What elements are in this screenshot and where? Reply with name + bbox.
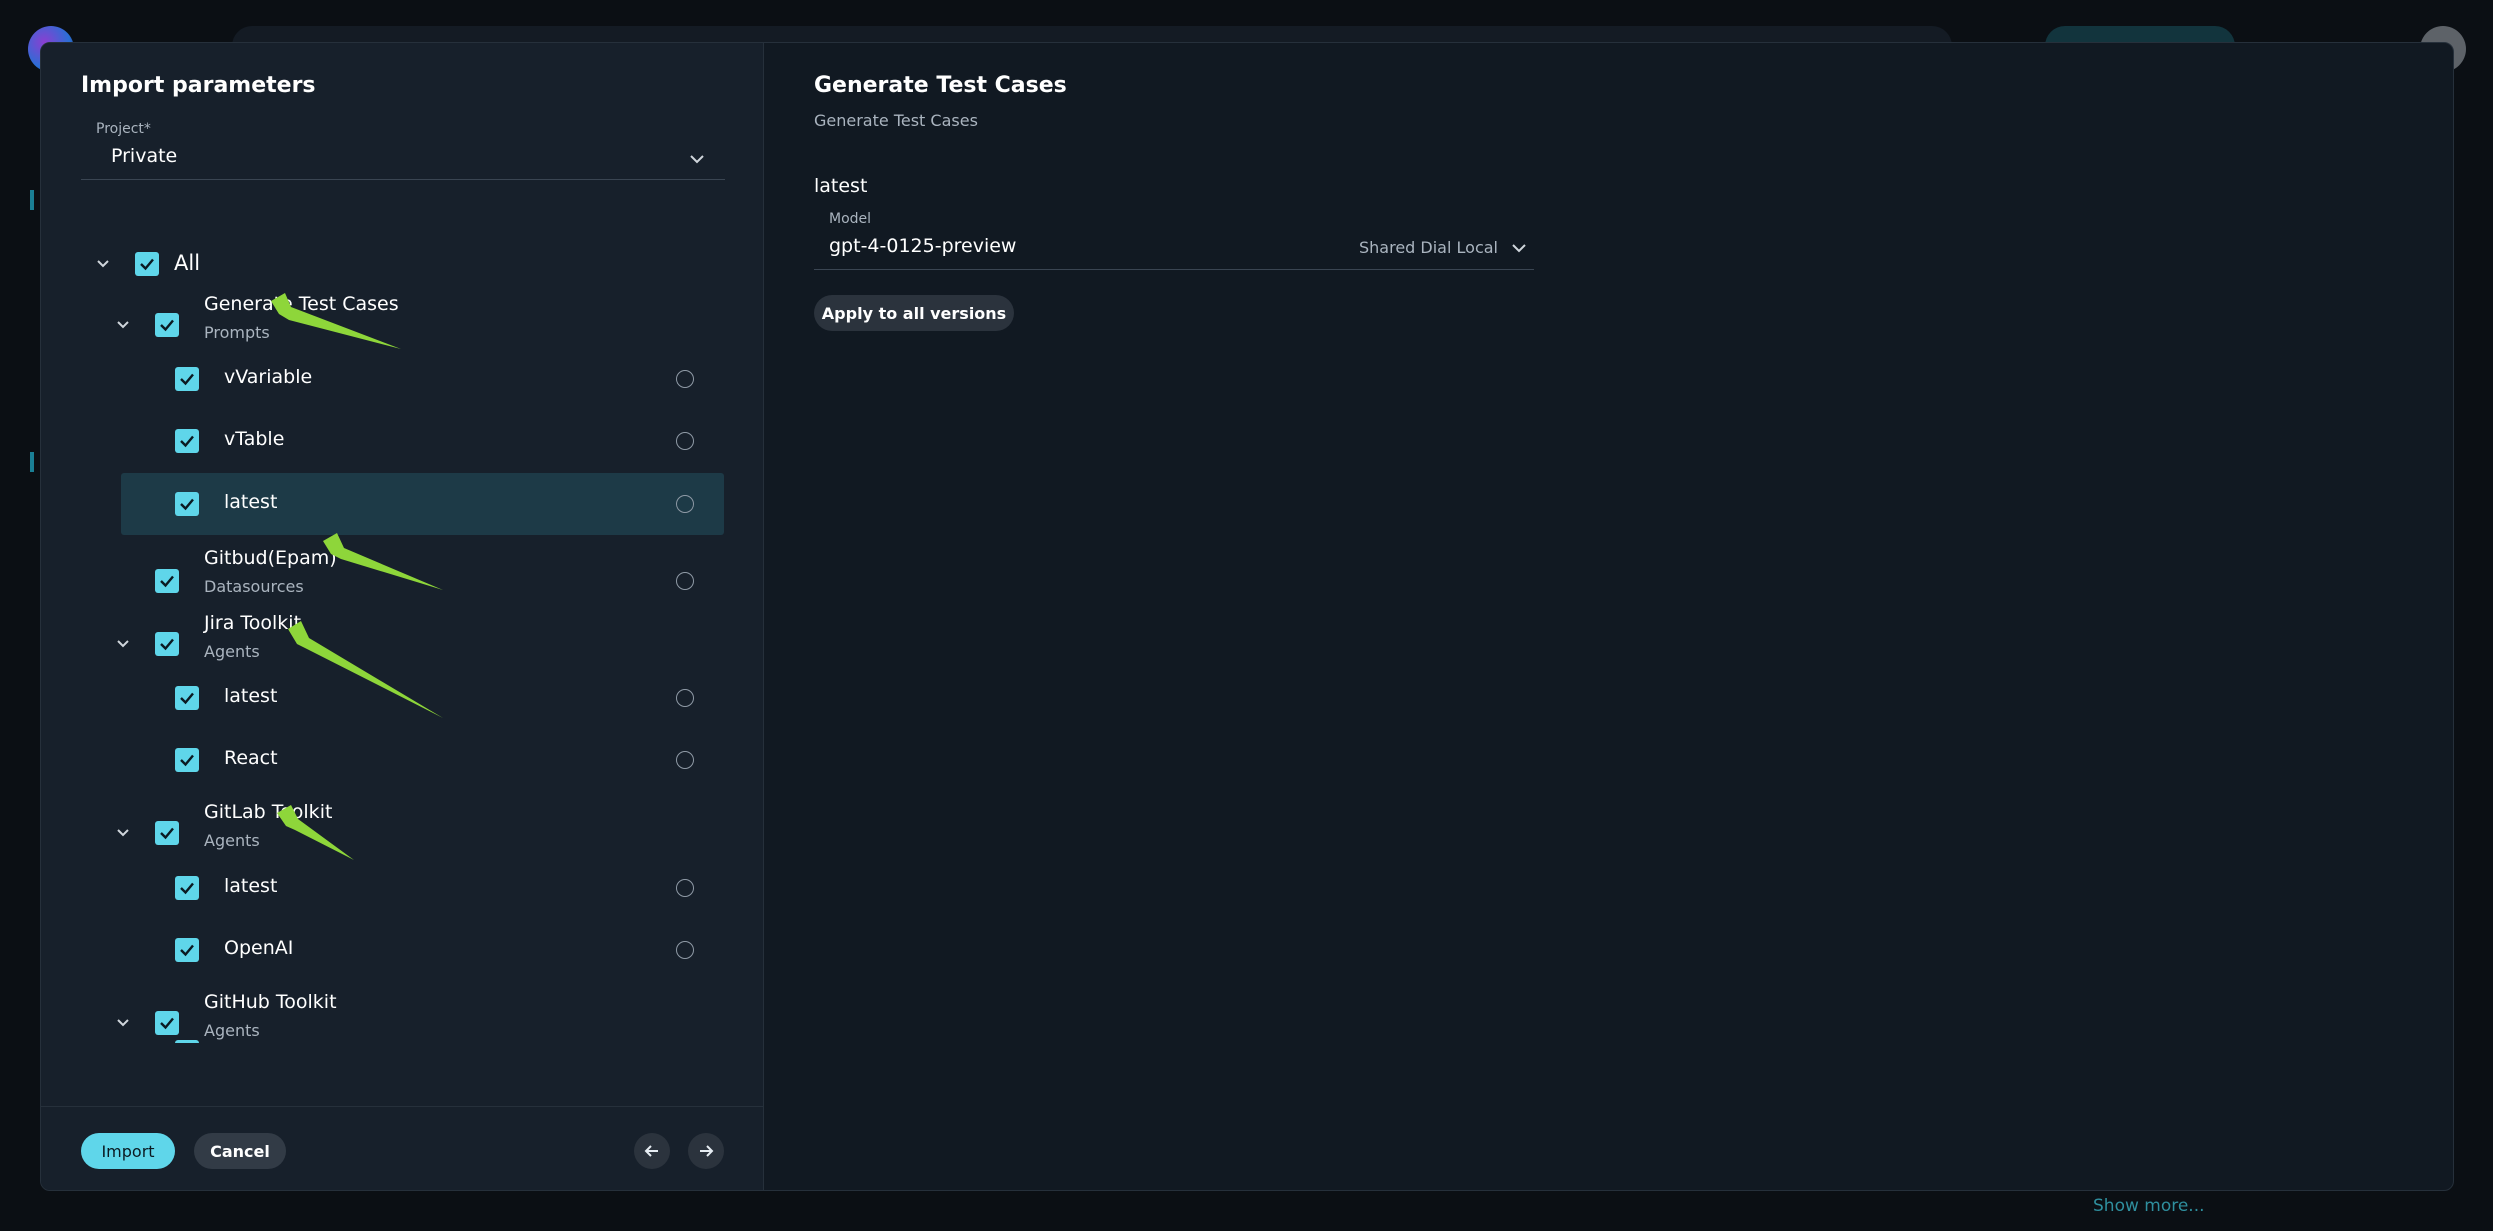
checkbox-gitlab-latest[interactable] <box>175 876 199 900</box>
tree-sublabel: Agents <box>204 642 260 661</box>
background-stripe <box>30 190 34 210</box>
next-button[interactable] <box>688 1133 724 1169</box>
tree-row-github-toolkit[interactable]: GitHub Toolkit Agents <box>41 991 764 1043</box>
model-underline <box>814 269 1534 270</box>
tree-label: vTable <box>224 428 285 450</box>
tree-label-all: All <box>174 251 201 275</box>
tree-sublabel: Agents <box>204 831 260 850</box>
version-radio[interactable] <box>676 751 694 769</box>
import-tree-panel: Import parameters Project* Private All G… <box>41 43 764 1190</box>
tree-row-vtable[interactable]: vTable <box>41 411 764 471</box>
model-label: Model <box>829 211 872 227</box>
import-button[interactable]: Import <box>81 1133 175 1169</box>
version-radio[interactable] <box>676 572 694 590</box>
tree-row-all[interactable]: All <box>41 233 764 293</box>
project-label: Project* <box>96 121 151 137</box>
checkbox-partial <box>175 1040 199 1043</box>
version-radio[interactable] <box>676 432 694 450</box>
chevron-down-icon[interactable] <box>1510 239 1528 257</box>
checkbox-all[interactable] <box>135 252 159 276</box>
checkbox-latest[interactable] <box>175 492 199 516</box>
version-radio[interactable] <box>676 941 694 959</box>
version-name: latest <box>814 175 868 197</box>
model-select[interactable]: gpt-4-0125-preview <box>829 235 1016 257</box>
tree-label: React <box>224 747 278 769</box>
tree-row-generate-test-cases[interactable]: Generate Test Cases Prompts <box>41 293 764 353</box>
tree-label: Gitbud(Epam) <box>204 547 337 569</box>
checkbox-openai[interactable] <box>175 938 199 962</box>
checkbox-react[interactable] <box>175 748 199 772</box>
tree-row-gitbud-epam[interactable]: Gitbud(Epam) Datasources <box>41 547 764 607</box>
checkbox-gitlab-toolkit[interactable] <box>155 821 179 845</box>
checkbox-gitbud[interactable] <box>155 569 179 593</box>
project-underline <box>81 179 725 180</box>
tree-label: latest <box>224 491 278 513</box>
chevron-down-icon[interactable] <box>115 825 131 841</box>
show-more-link: Show more... <box>2093 1196 2205 1216</box>
arrow-right-icon <box>700 1145 714 1157</box>
tree-label: latest <box>224 875 278 897</box>
checkbox-github-toolkit[interactable] <box>155 1011 179 1035</box>
checkbox-vvariable[interactable] <box>175 367 199 391</box>
chevron-down-icon[interactable] <box>95 256 111 272</box>
checkbox-jira-toolkit[interactable] <box>155 632 179 656</box>
tree-label: Generate Test Cases <box>204 293 399 315</box>
chevron-down-icon[interactable] <box>115 317 131 333</box>
apply-to-all-versions-button[interactable]: Apply to all versions <box>814 295 1014 331</box>
tree-row-gitlab-toolkit[interactable]: GitLab Toolkit Agents <box>41 801 764 863</box>
tree-label: vVariable <box>224 366 313 388</box>
cancel-button[interactable]: Cancel <box>194 1133 286 1169</box>
tree-label: Jira Toolkit <box>204 612 302 634</box>
tree-row-react[interactable]: React <box>41 730 764 790</box>
import-parameters-modal: Import parameters Project* Private All G… <box>40 42 2454 1191</box>
model-provider[interactable]: Shared Dial Local <box>1359 238 1498 257</box>
checkbox-generate-test-cases[interactable] <box>155 313 179 337</box>
tree-row-gitlab-latest[interactable]: latest <box>41 858 764 918</box>
tree-label: GitHub Toolkit <box>204 991 337 1013</box>
details-title: Generate Test Cases <box>814 73 1067 98</box>
checkbox-vtable[interactable] <box>175 429 199 453</box>
import-tree: All Generate Test Cases Prompts vVariabl… <box>41 203 764 1043</box>
tree-label: GitLab Toolkit <box>204 801 333 823</box>
details-subtitle: Generate Test Cases <box>814 111 978 130</box>
tree-row-vvariable[interactable]: vVariable <box>41 349 764 409</box>
version-radio[interactable] <box>676 370 694 388</box>
chevron-down-icon[interactable] <box>687 149 707 169</box>
previous-button[interactable] <box>634 1133 670 1169</box>
arrow-left-icon <box>644 1145 658 1157</box>
tree-sublabel: Agents <box>204 1021 260 1040</box>
tree-label: latest <box>224 685 278 707</box>
tree-row-partial <box>41 1040 764 1043</box>
project-select[interactable]: Private <box>111 145 177 167</box>
tree-row-jira-toolkit[interactable]: Jira Toolkit Agents <box>41 612 764 672</box>
modal-title: Import parameters <box>81 73 316 98</box>
background-stripe <box>30 452 34 472</box>
tree-label: OpenAI <box>224 937 294 959</box>
chevron-down-icon[interactable] <box>115 636 131 652</box>
tree-sublabel: Prompts <box>204 323 270 342</box>
version-radio[interactable] <box>676 689 694 707</box>
tree-row-jira-latest[interactable]: latest <box>41 668 764 728</box>
tree-row-latest-selected[interactable]: latest <box>121 473 724 535</box>
tree-sublabel: Datasources <box>204 577 304 596</box>
checkbox-jira-latest[interactable] <box>175 686 199 710</box>
tree-row-openai[interactable]: OpenAI <box>41 920 764 980</box>
chevron-down-icon[interactable] <box>115 1015 131 1031</box>
version-radio[interactable] <box>676 879 694 897</box>
version-radio[interactable] <box>676 495 694 513</box>
